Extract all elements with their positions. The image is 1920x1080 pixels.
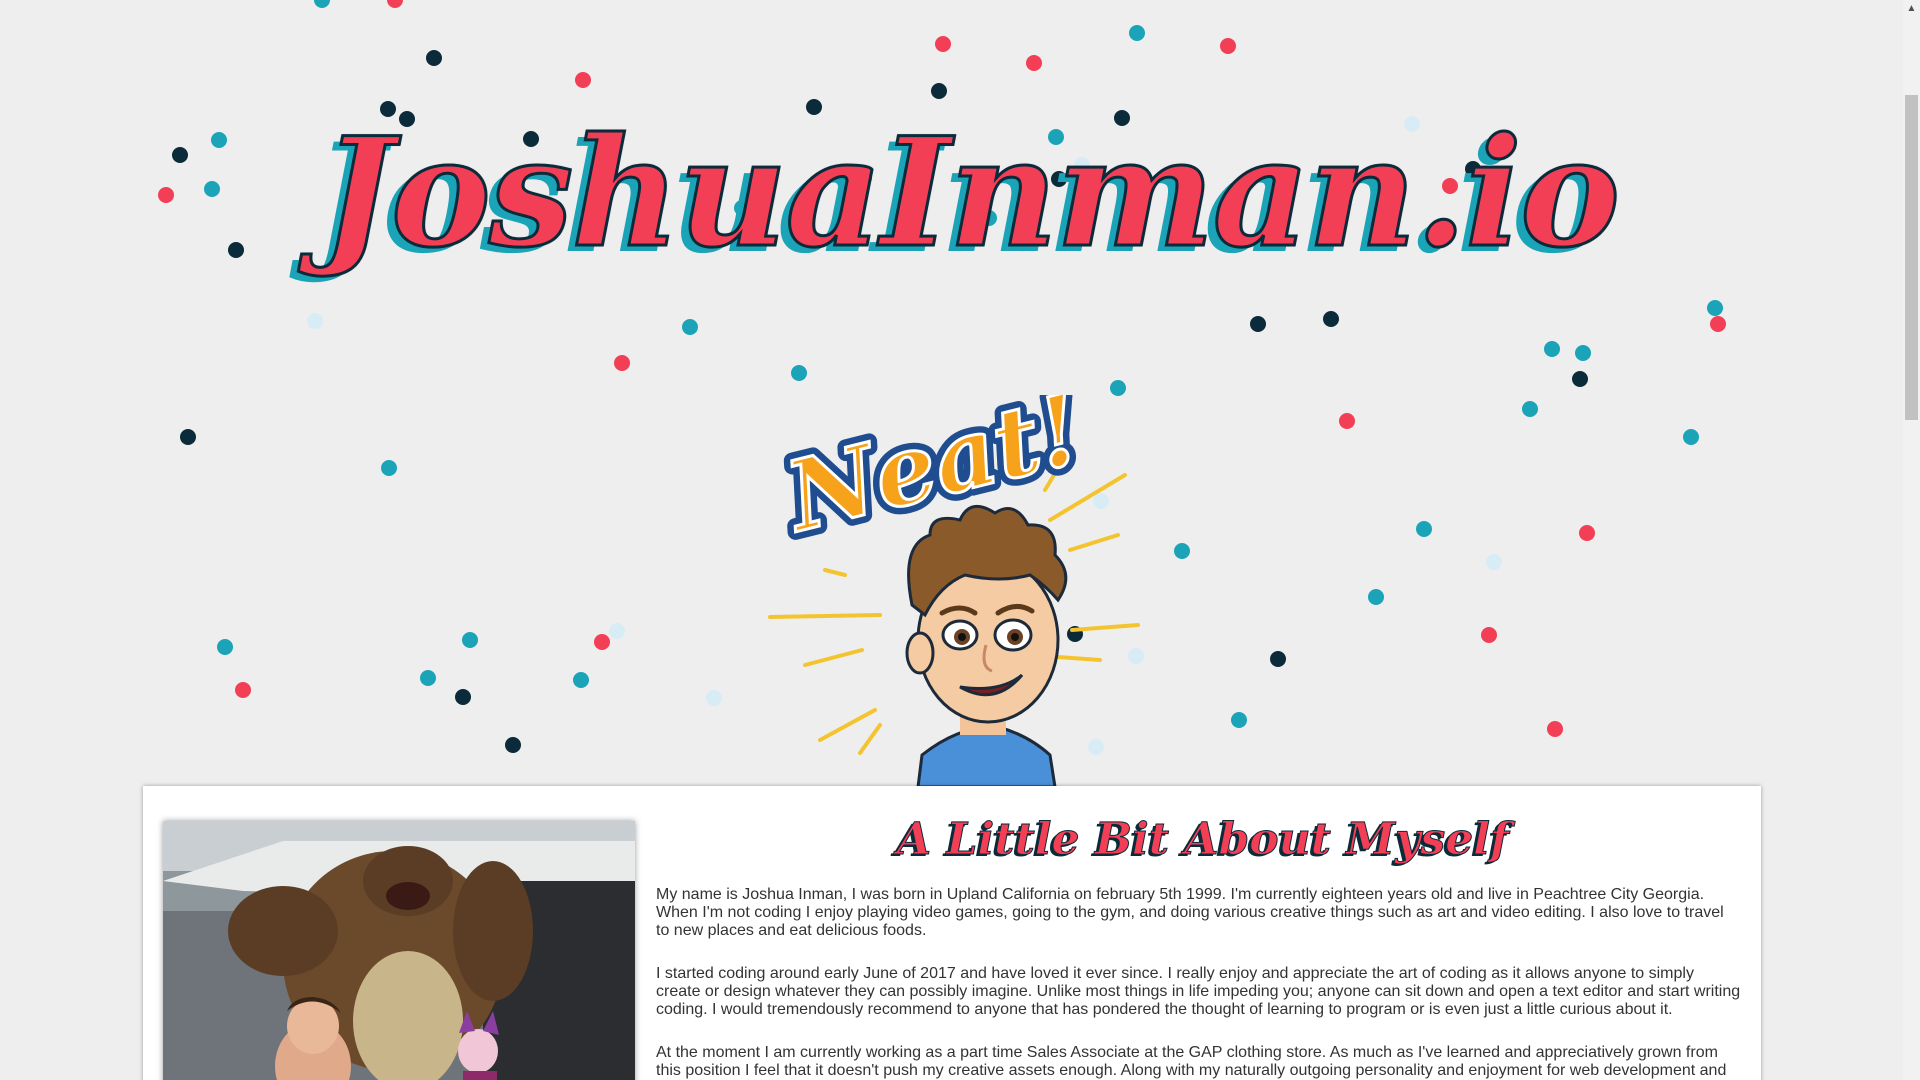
avatar-shirt [916, 725, 1057, 787]
confetti-dot [1339, 413, 1355, 429]
scrollbar-thumb[interactable] [1905, 95, 1918, 420]
about-card: A Little Bit About Myself My name is Jos… [143, 786, 1761, 1080]
confetti-dot [1250, 316, 1266, 332]
confetti-dot [1220, 38, 1236, 54]
confetti-dot [573, 672, 589, 688]
confetti-dot [594, 634, 610, 650]
confetti-dot [1231, 712, 1247, 728]
confetti-dot [682, 319, 698, 335]
about-paragraph-1: My name is Joshua Inman, I was born in U… [656, 886, 1724, 939]
confetti-dot [1174, 543, 1190, 559]
confetti-dot [1544, 341, 1560, 357]
site-title: JoshuaInman.io [320, 105, 1621, 281]
confetti-dot [307, 313, 323, 329]
confetti-dot [1683, 429, 1699, 445]
confetti-dot [1481, 627, 1497, 643]
confetti-dot [1323, 311, 1339, 327]
about-paragraph-2: I started coding around early June of 20… [656, 965, 1741, 1018]
confetti-dot [1026, 55, 1042, 71]
chevron-up-icon[interactable]: ▲ [1903, 0, 1920, 17]
confetti-dot [1575, 345, 1591, 361]
confetti-dot [172, 147, 188, 163]
confetti-dot [158, 187, 174, 203]
confetti-dot [1270, 651, 1286, 667]
confetti-dot [609, 623, 625, 639]
about-paragraph-3: At the moment I am currently working as … [656, 1044, 1727, 1079]
confetti-dot [314, 0, 330, 8]
confetti-dot [1579, 525, 1595, 541]
confetti-dot [217, 639, 233, 655]
confetti-dot [614, 355, 630, 371]
bitmoji-avatar: Neat! Neat! [765, 395, 1140, 787]
confetti-dot [1522, 401, 1538, 417]
confetti-dot [1707, 300, 1723, 316]
confetti-dot [1110, 380, 1126, 396]
confetti-dot [706, 690, 722, 706]
confetti-dot [235, 682, 251, 698]
profile-photo [163, 821, 635, 1080]
confetti-dot [211, 132, 227, 148]
confetti-dot [426, 50, 442, 66]
confetti-dot [1572, 371, 1588, 387]
confetti-dot [462, 632, 478, 648]
confetti-dot [1486, 554, 1502, 570]
photo-image [163, 821, 635, 1080]
confetti-dot [455, 689, 471, 705]
page-scrollbar[interactable]: ▲ [1903, 0, 1920, 1080]
confetti-dot [505, 737, 521, 753]
confetti-dot [228, 242, 244, 258]
confetti-dot [180, 429, 196, 445]
confetti-dot [204, 181, 220, 197]
confetti-dot [575, 72, 591, 88]
confetti-dot [931, 83, 947, 99]
confetti-dot [1710, 316, 1726, 332]
confetti-dot [381, 460, 397, 476]
confetti-dot [1129, 25, 1145, 41]
confetti-dot [387, 0, 403, 8]
confetti-dot [420, 670, 436, 686]
confetti-dot [1547, 721, 1563, 737]
about-heading: A Little Bit About Myself [897, 814, 1510, 866]
confetti-dot [1368, 589, 1384, 605]
confetti-dot [791, 365, 807, 381]
confetti-dot [1416, 521, 1432, 537]
confetti-dot [935, 36, 951, 52]
about-body: My name is Joshua Inman, I was born in U… [656, 886, 1741, 1080]
page: JoshuaInman.io Neat! Neat! A Little Bit … [0, 0, 1920, 1080]
